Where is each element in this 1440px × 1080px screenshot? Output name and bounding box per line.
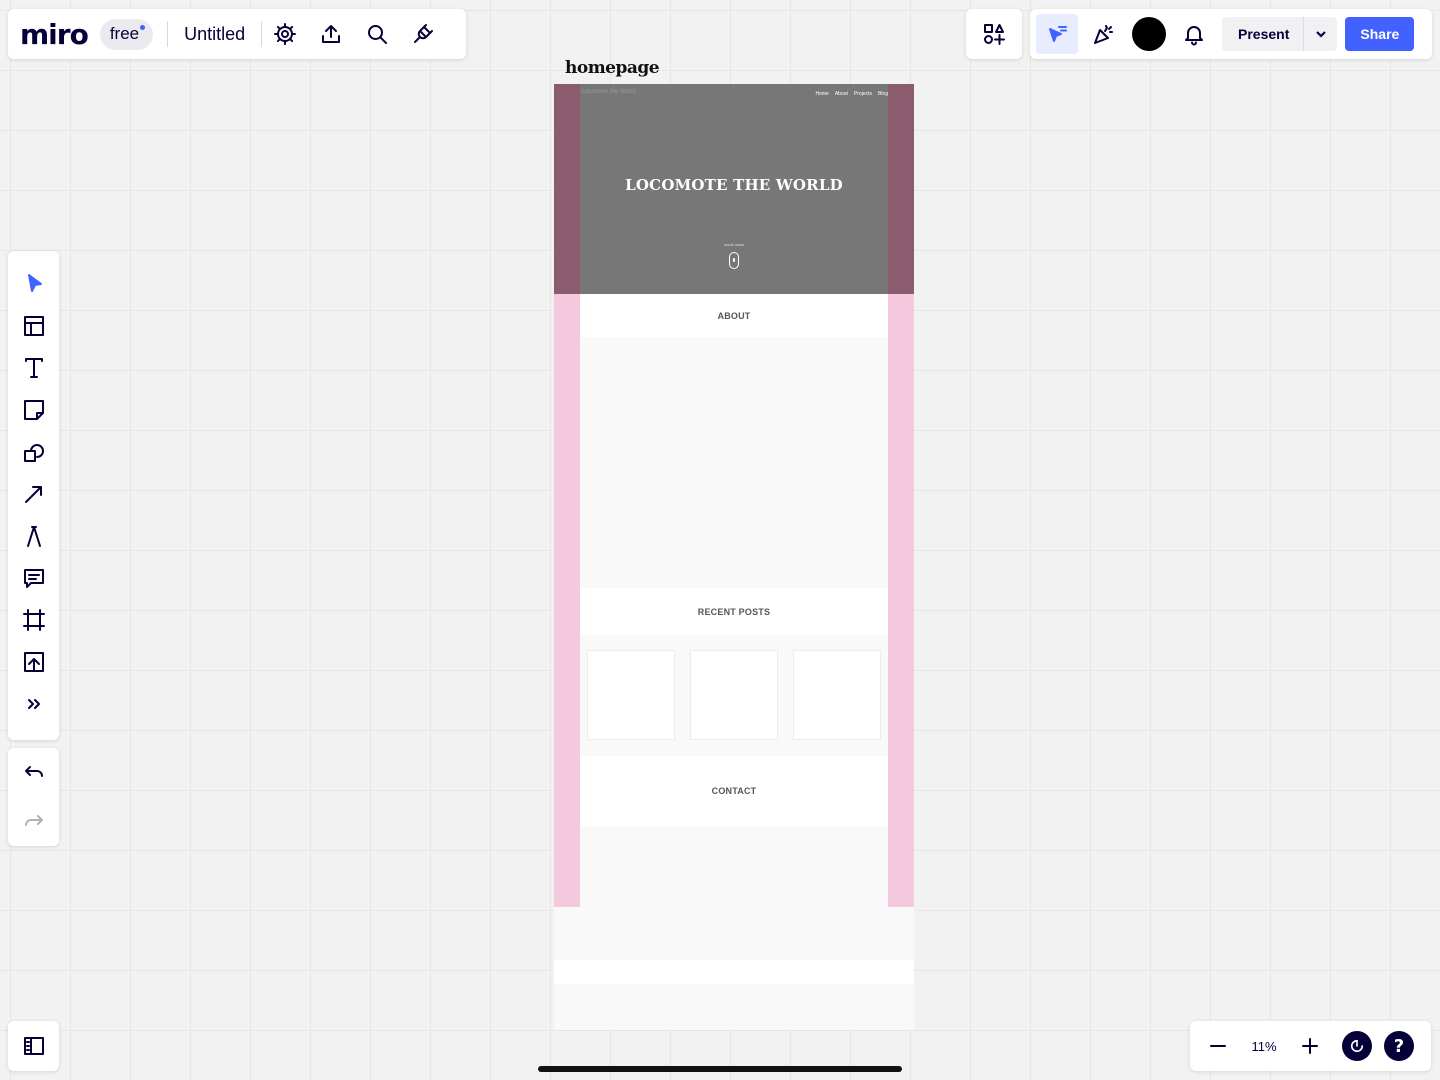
redo-icon — [24, 815, 43, 826]
undo-button[interactable] — [14, 751, 54, 797]
layout-column-left — [554, 294, 580, 907]
shapes-tool[interactable] — [14, 431, 54, 473]
sticky-note-tool[interactable] — [14, 389, 54, 431]
board-title[interactable]: Untitled — [168, 24, 261, 45]
templates-tool[interactable] — [14, 305, 54, 347]
frames-toggle[interactable] — [14, 1026, 54, 1066]
cursor-mode-button[interactable] — [1036, 14, 1078, 54]
comment-icon — [23, 569, 44, 588]
sidebar-panel-icon — [23, 1037, 44, 1055]
creation-toolbar — [8, 251, 59, 740]
history-panel — [8, 748, 59, 846]
scroll-hint: scroll down — [723, 242, 744, 247]
zoom-in-button[interactable] — [1290, 1026, 1330, 1066]
apps-panel — [966, 9, 1022, 59]
arrow-icon — [24, 486, 42, 503]
hero-heading: LOCOMOTE THE WORLD — [625, 176, 843, 194]
select-tool[interactable] — [14, 263, 54, 305]
learning-center-button[interactable] — [1342, 1031, 1372, 1061]
post-card — [587, 650, 675, 740]
homepage-frame[interactable]: Locomote the World Home About Projects B… — [554, 84, 914, 1030]
frame-icon — [22, 609, 45, 631]
board-settings-button[interactable] — [262, 14, 308, 54]
bell-icon — [1185, 26, 1203, 46]
sticky-note-icon — [23, 400, 44, 420]
footer-strip — [554, 960, 914, 984]
cursor-filter-icon — [1049, 26, 1067, 42]
upload-box-icon — [23, 652, 44, 672]
pointer-icon — [27, 274, 42, 292]
text-tool[interactable] — [14, 347, 54, 389]
pen-tool[interactable] — [14, 515, 54, 557]
more-tools-button[interactable] — [14, 683, 54, 725]
redo-button[interactable] — [14, 797, 54, 843]
minus-icon — [1210, 1045, 1226, 1047]
post-card — [793, 650, 881, 740]
recent-posts-label: RECENT POSTS — [697, 606, 771, 617]
text-icon — [24, 358, 43, 378]
miro-logo[interactable]: miro — [20, 18, 89, 51]
frames-panel-button[interactable] — [8, 1021, 59, 1071]
pointer-hand-icon — [1350, 1039, 1364, 1053]
present-options-button[interactable] — [1303, 17, 1337, 51]
zoom-panel: 11% ? — [1190, 1021, 1431, 1071]
search-button[interactable] — [354, 14, 400, 54]
nav-item-blog: Blog — [877, 91, 888, 97]
share-button[interactable]: Share — [1345, 17, 1415, 51]
notification-dot — [140, 24, 146, 30]
plan-badge[interactable]: free — [99, 18, 154, 50]
contact-section-header: CONTACT — [580, 756, 888, 826]
gear-icon — [274, 23, 297, 45]
present-group: Present — [1222, 17, 1338, 51]
upload-tool[interactable] — [14, 641, 54, 683]
apps-button[interactable] — [974, 14, 1014, 54]
nav-item-projects: Projects — [853, 91, 872, 97]
board-header: miro free Untitled — [8, 9, 466, 59]
undo-icon — [24, 766, 43, 777]
integrations-button[interactable] — [400, 14, 446, 54]
help-button[interactable]: ? — [1384, 1031, 1414, 1061]
about-label: ABOUT — [717, 310, 751, 321]
search-icon — [368, 25, 388, 44]
comment-tool[interactable] — [14, 557, 54, 599]
plan-badge-label: free — [109, 23, 140, 43]
hero-nav: Home About Projects Blog — [816, 91, 889, 97]
question-icon: ? — [1393, 1035, 1405, 1057]
plus-icon — [1302, 1038, 1318, 1054]
collaboration-panel: Present Share — [1030, 9, 1432, 59]
hero-brand: Locomote the World — [582, 89, 636, 95]
template-icon — [23, 316, 44, 336]
line-tool[interactable] — [14, 473, 54, 515]
recent-posts-section-header: RECENT POSTS — [580, 588, 888, 635]
plug-icon — [414, 24, 434, 43]
party-popper-icon — [1094, 25, 1113, 44]
reactions-button[interactable] — [1084, 14, 1124, 54]
zoom-out-button[interactable] — [1198, 1026, 1238, 1066]
shapes-icon — [23, 444, 44, 462]
zoom-level[interactable]: 11% — [1238, 1039, 1290, 1054]
contact-label: CONTACT — [711, 786, 757, 796]
pen-icon — [26, 526, 41, 547]
notifications-button[interactable] — [1174, 14, 1214, 54]
frame-tool[interactable] — [14, 599, 54, 641]
post-card — [690, 650, 778, 740]
avatar[interactable] — [1132, 17, 1168, 51]
chevrons-right-icon — [27, 699, 40, 709]
upload-icon — [322, 25, 341, 43]
home-indicator — [538, 1066, 902, 1072]
mouse-scroll-icon — [729, 252, 739, 269]
nav-item-home: Home — [815, 91, 829, 97]
chevron-down-icon — [1316, 31, 1326, 38]
present-button[interactable]: Present — [1222, 17, 1303, 51]
frame-title[interactable]: homepage — [565, 58, 660, 78]
nav-item-about: About — [834, 91, 848, 97]
about-section-header: ABOUT — [580, 294, 888, 337]
export-button[interactable] — [308, 14, 354, 54]
shapes-plus-icon — [984, 24, 1005, 45]
layout-column-right — [888, 294, 914, 907]
